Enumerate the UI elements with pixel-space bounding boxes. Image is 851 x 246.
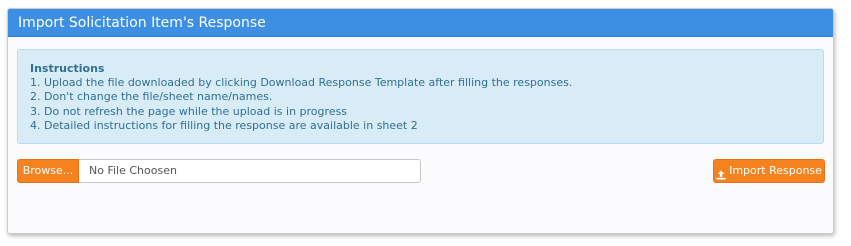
instruction-line: 2. Don't change the file/sheet name/name…: [30, 90, 273, 104]
browse-button[interactable]: Browse...: [17, 159, 79, 183]
instructions-title: Instructions: [30, 62, 105, 75]
file-name-field[interactable]: No File Choosen: [79, 159, 421, 183]
panel-title: Import Solicitation Item's Response: [8, 9, 833, 37]
file-upload-group: Browse... No File Choosen: [17, 159, 421, 183]
instruction-line: 3. Do not refresh the page while the upl…: [30, 104, 348, 118]
upload-icon: [716, 166, 726, 180]
import-response-label: Import Response: [729, 164, 822, 177]
import-response-button[interactable]: Import Response: [713, 159, 825, 183]
instruction-line: 4. Detailed instructions for filling the…: [30, 118, 418, 132]
instruction-line: 1. Upload the file downloaded by clickin…: [30, 76, 573, 90]
instructions-box: Instructions 1. Upload the file download…: [17, 49, 824, 144]
import-response-panel: Import Solicitation Item's Response Inst…: [7, 8, 834, 234]
